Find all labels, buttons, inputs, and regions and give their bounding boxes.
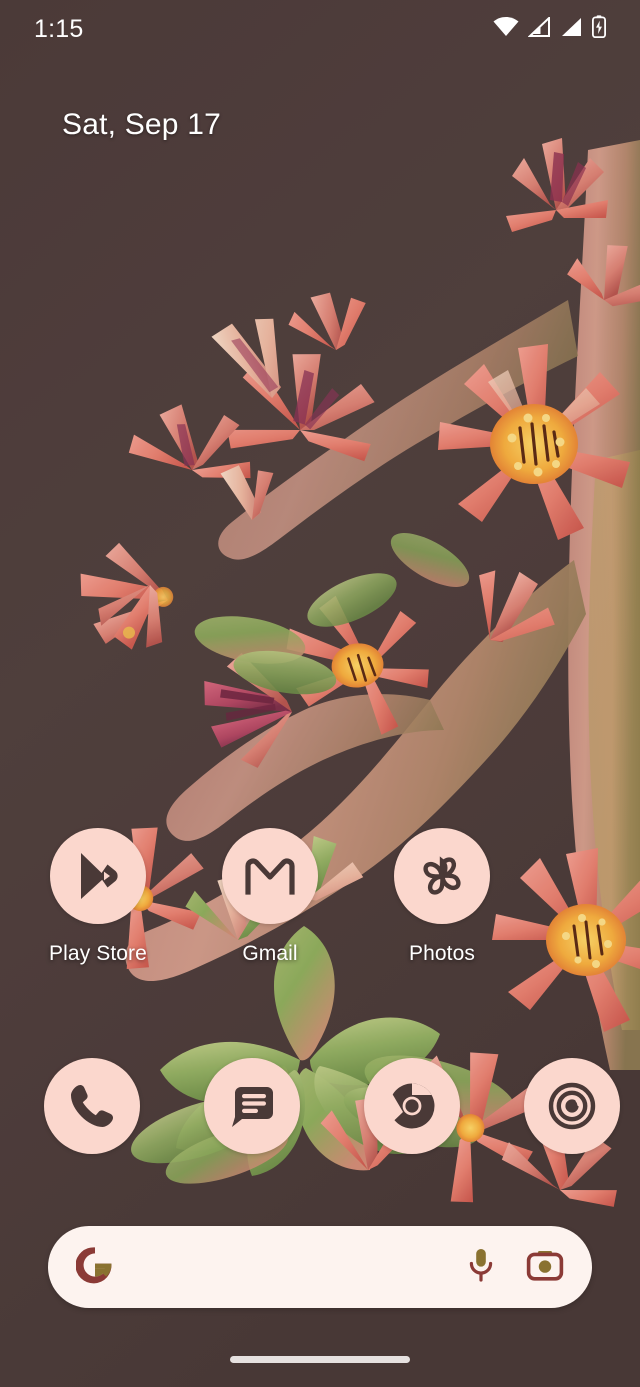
app-label-play-store: Play Store — [49, 942, 147, 965]
navigation-bar — [0, 1331, 640, 1387]
camera-icon — [524, 1058, 620, 1154]
phone-icon — [44, 1058, 140, 1154]
google-lens-icon[interactable] — [526, 1248, 564, 1287]
wallpaper — [0, 0, 640, 1387]
home-screen: 1:15 Sat, Sep 17 Play Store Gmail Photos — [0, 0, 640, 1387]
dock-item-phone[interactable] — [24, 1058, 160, 1154]
battery-charging-icon — [591, 15, 606, 43]
search-bar-logo-area — [75, 1246, 114, 1289]
play-store-icon — [50, 828, 146, 924]
dock-item-camera[interactable] — [504, 1058, 640, 1154]
status-bar: 1:15 — [0, 0, 640, 58]
app-label-photos: Photos — [409, 942, 475, 965]
messages-icon — [204, 1058, 300, 1154]
date-widget-text: Sat, Sep 17 — [62, 108, 221, 141]
photos-icon — [394, 828, 490, 924]
wifi-icon — [493, 16, 519, 42]
app-icon-gmail[interactable]: Gmail — [196, 828, 344, 966]
app-icon-photos[interactable]: Photos — [368, 828, 516, 966]
app-icon-play-store[interactable]: Play Store — [24, 828, 172, 966]
app-label-gmail: Gmail — [242, 942, 298, 965]
dock-item-messages[interactable] — [184, 1058, 320, 1154]
app-grid-row: Play Store Gmail Photos — [0, 828, 640, 966]
google-g-icon — [75, 1246, 114, 1289]
dock-item-chrome[interactable] — [344, 1058, 480, 1154]
microphone-icon[interactable] — [466, 1246, 496, 1289]
search-bar-actions — [466, 1246, 564, 1289]
status-bar-icons — [493, 15, 606, 43]
dock — [0, 1058, 640, 1154]
google-search-bar[interactable] — [48, 1226, 592, 1308]
chrome-icon — [364, 1058, 460, 1154]
cellular-signal-1-icon — [527, 15, 551, 42]
gesture-home-pill[interactable] — [230, 1355, 410, 1363]
date-widget[interactable]: Sat, Sep 17 — [62, 108, 221, 142]
gmail-icon — [222, 828, 318, 924]
status-bar-clock: 1:15 — [34, 14, 84, 43]
cellular-signal-2-icon — [560, 17, 583, 42]
